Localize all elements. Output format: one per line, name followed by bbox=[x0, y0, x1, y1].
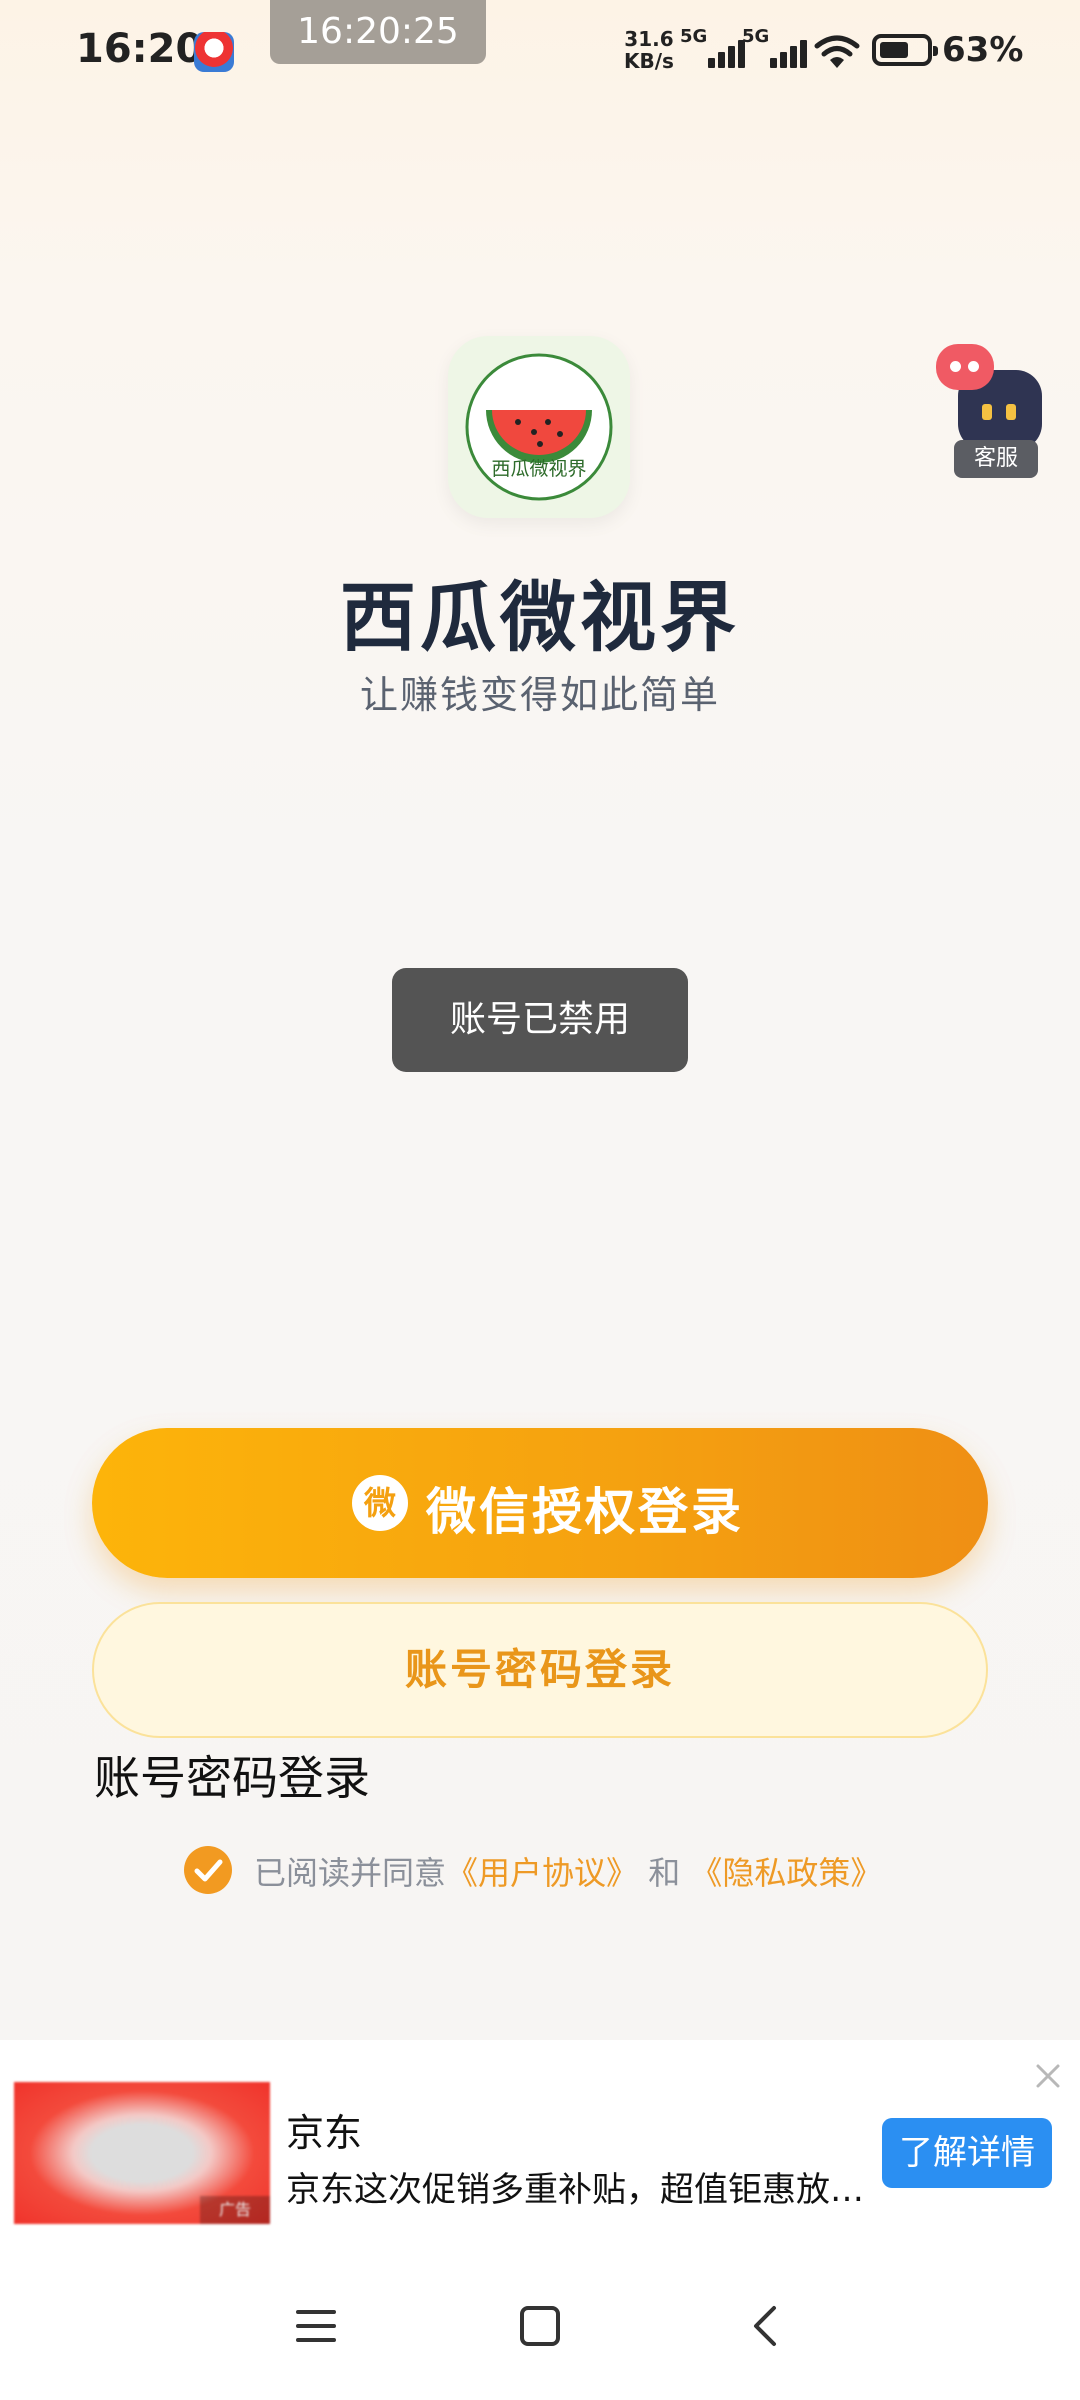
password-login-text[interactable]: 账号密码登录 bbox=[94, 1742, 370, 1808]
customer-service-button[interactable]: 客服 bbox=[930, 340, 1060, 480]
ad-image[interactable]: 广告 bbox=[14, 2082, 270, 2224]
network-speed-value: 31.6 bbox=[624, 27, 674, 51]
battery-percent: 63% bbox=[942, 30, 1024, 70]
agreement-prefix: 已阅读并同意 bbox=[254, 1854, 447, 1892]
ad-tag: 广告 bbox=[200, 2196, 270, 2224]
logo-text: 西瓜微视界 bbox=[491, 458, 587, 480]
toast-message: 账号已禁用 bbox=[392, 968, 688, 1072]
wechat-login-button[interactable]: 微 微信授权登录 bbox=[92, 1428, 988, 1578]
wechat-icon: 微 bbox=[352, 1475, 408, 1531]
app-notification-icon bbox=[194, 32, 234, 72]
password-login-button[interactable]: 账号密码登录 bbox=[92, 1602, 988, 1738]
customer-service-label: 客服 bbox=[954, 440, 1038, 478]
back-icon[interactable] bbox=[744, 2304, 788, 2352]
app-title: 西瓜微视界 bbox=[340, 573, 740, 662]
battery-icon bbox=[872, 34, 938, 66]
wechat-login-label: 微信授权登录 bbox=[426, 1483, 744, 1541]
wifi-icon bbox=[814, 35, 860, 68]
agreement-and: 和 bbox=[648, 1854, 681, 1892]
clock-pill: 16:20:25 bbox=[270, 0, 486, 64]
status-time: 16:20 bbox=[76, 26, 204, 72]
user-agreement-link[interactable]: 《用户协议》 bbox=[446, 1854, 638, 1892]
status-bar: 16:20 16:20:25 31.6 KB/s 5G 5G 63% bbox=[0, 0, 1080, 104]
menu-icon[interactable] bbox=[294, 2304, 338, 2352]
check-icon bbox=[194, 1859, 223, 1882]
network-speed: 31.6 KB/s bbox=[624, 28, 674, 72]
agreement-checkbox[interactable] bbox=[184, 1846, 232, 1894]
network-speed-unit: KB/s bbox=[624, 49, 674, 73]
privacy-policy-link[interactable]: 《隐私政策》 bbox=[690, 1854, 882, 1892]
close-icon[interactable] bbox=[1030, 2058, 1066, 2094]
agreement-row: 已阅读并同意《用户协议》 和 《隐私政策》 bbox=[184, 1844, 904, 1896]
app-slogan: 让赚钱变得如此简单 bbox=[359, 673, 720, 717]
ad-learn-more-button[interactable]: 了解详情 bbox=[882, 2118, 1052, 2188]
ad-banner[interactable]: 广告 京东 京东这次促销多重补贴，超值钜惠放… 了解详情 bbox=[0, 2040, 1080, 2260]
app-logo: 西瓜微视界 bbox=[448, 336, 630, 518]
home-icon[interactable] bbox=[518, 2304, 562, 2352]
watermelon-icon bbox=[465, 353, 613, 501]
ad-brand: 京东 bbox=[286, 2111, 363, 2155]
ad-description: 京东这次促销多重补贴，超值钜惠放… bbox=[286, 2170, 864, 2210]
navigation-bar bbox=[0, 2260, 1080, 2400]
agreement-text: 已阅读并同意《用户协议》 和 《隐私政策》 bbox=[254, 1848, 882, 1894]
chat-bubble-icon bbox=[936, 344, 994, 390]
